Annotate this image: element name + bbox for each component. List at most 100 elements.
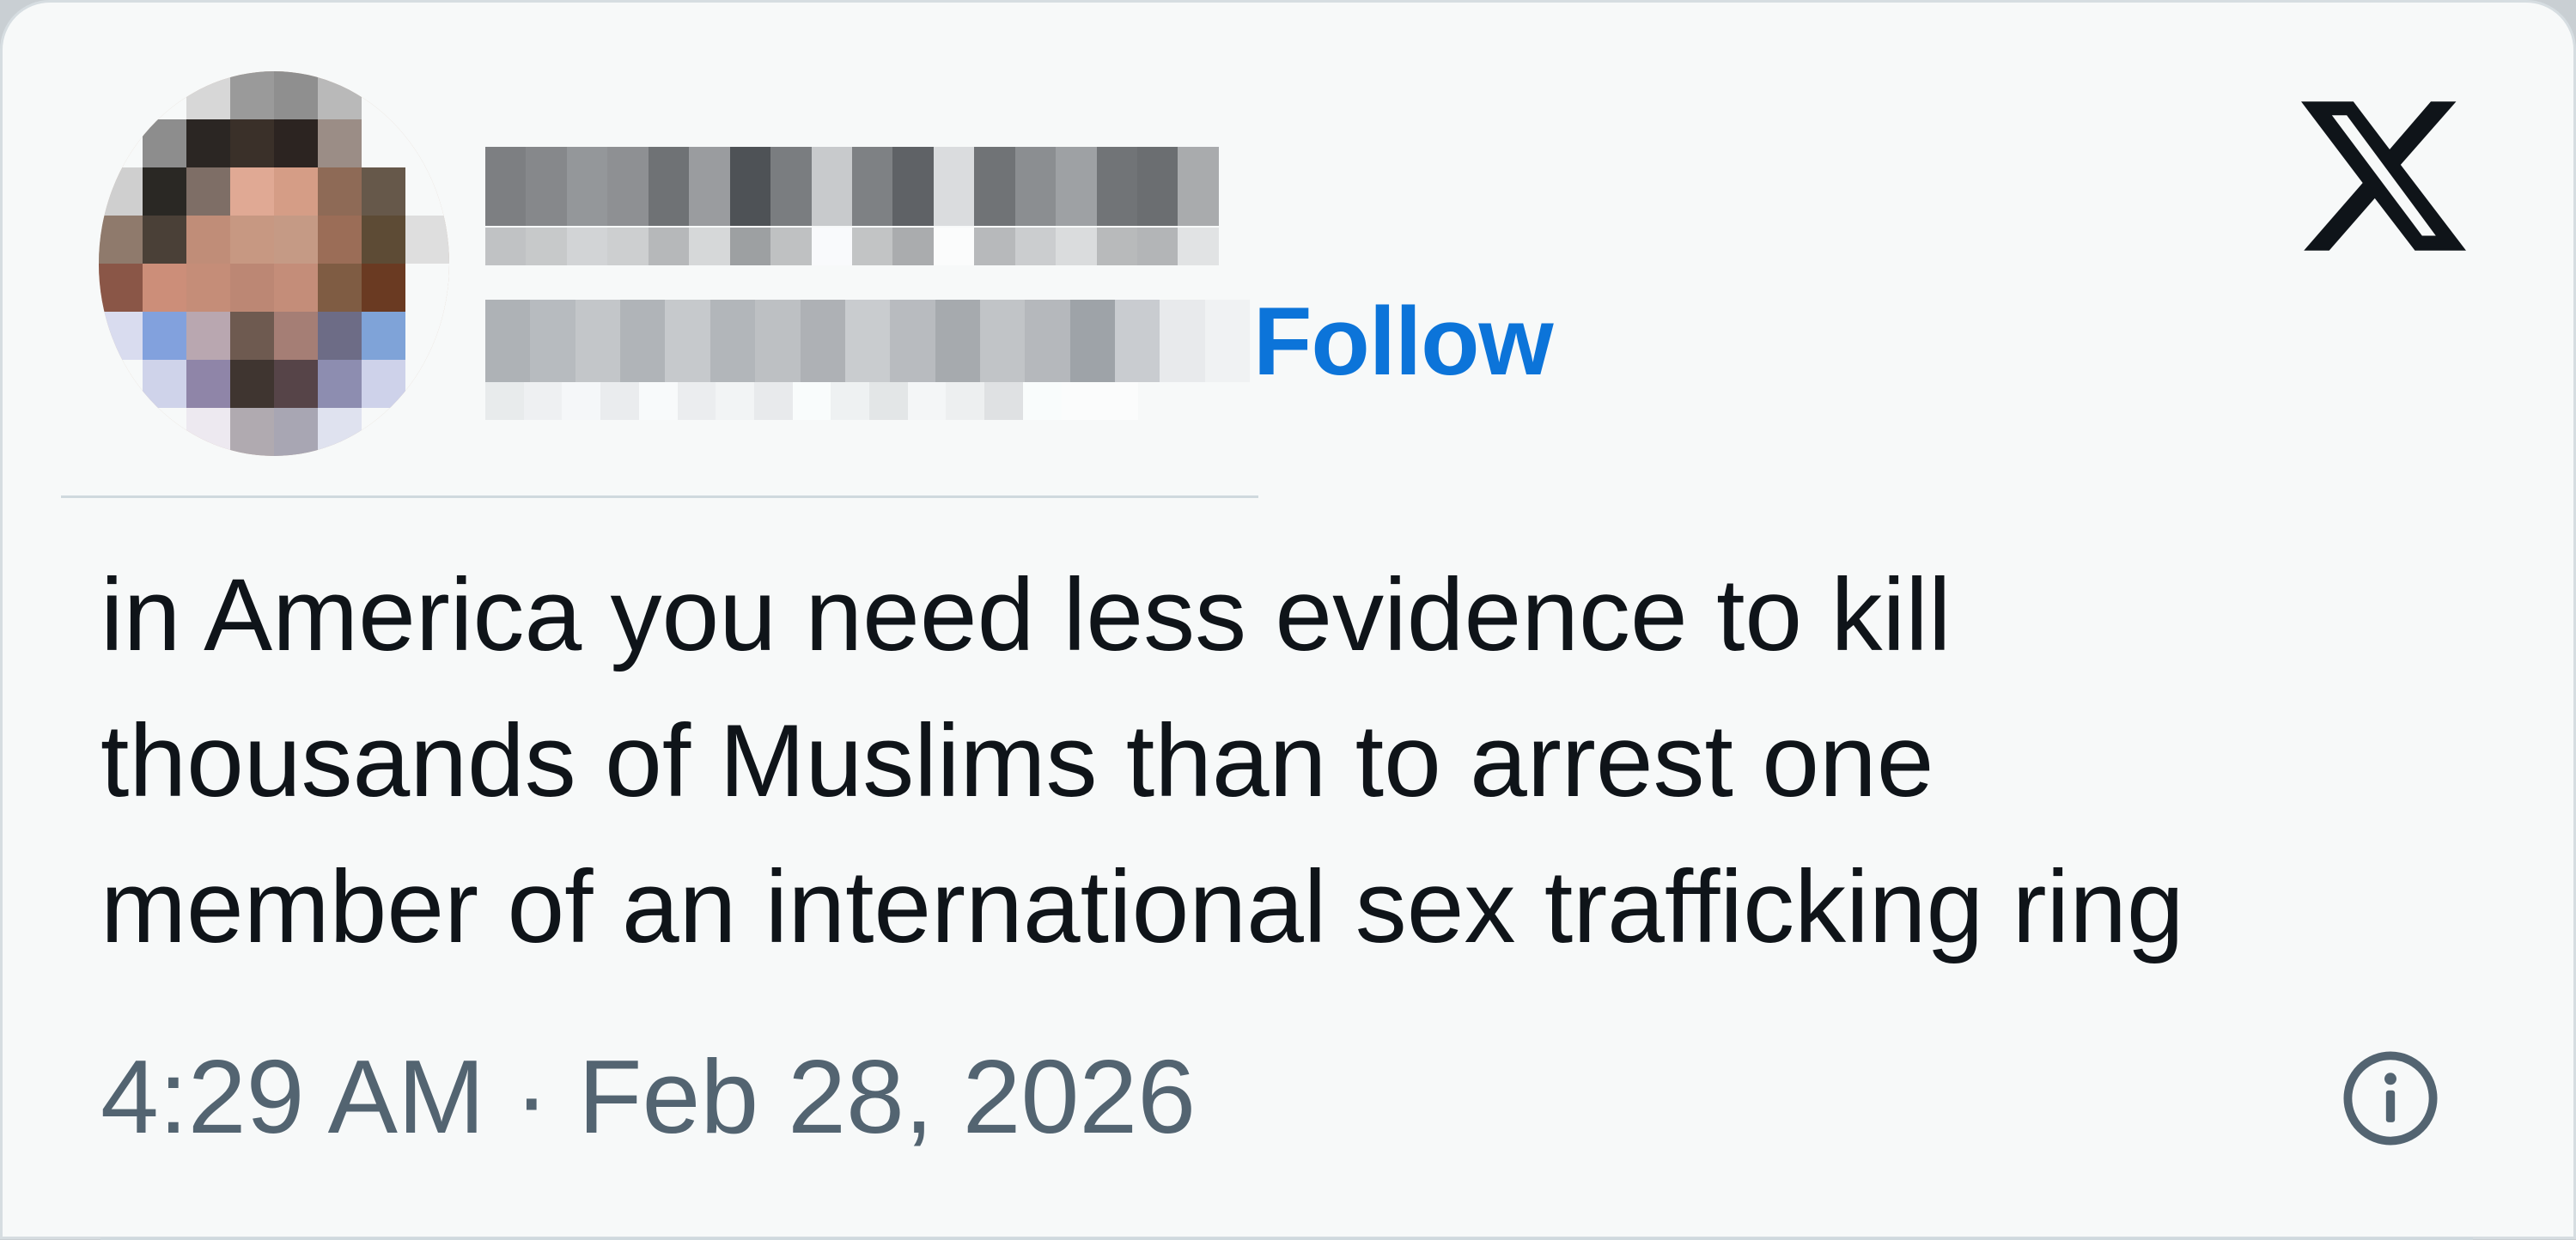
avatar-pixel	[362, 264, 405, 312]
avatar-pixel	[143, 71, 186, 119]
author-name-redacted[interactable]	[485, 147, 1219, 226]
avatar-pixel	[99, 360, 143, 408]
redaction-pixel	[1025, 300, 1070, 382]
redaction-pixel	[844, 300, 891, 382]
redaction-pixel	[526, 228, 567, 265]
redaction-pixel	[566, 228, 608, 265]
redaction-pixel	[485, 382, 524, 420]
redaction-pixel	[892, 147, 934, 226]
x-logo-icon[interactable]	[2301, 99, 2466, 253]
tweet-text-line: thousands of Muslims than to arrest one	[100, 703, 1934, 818]
follow-button[interactable]: Follow	[1253, 286, 1554, 397]
avatar-pixel	[186, 71, 230, 119]
redaction-pixel	[811, 228, 852, 265]
avatar-pixel	[274, 312, 318, 360]
redaction-pixel	[935, 300, 980, 382]
redaction-pixel	[892, 228, 934, 265]
avatar-pixel	[274, 360, 318, 408]
avatar-pixel	[99, 216, 143, 264]
redaction-pixel	[811, 147, 852, 226]
redaction-pixel	[729, 228, 771, 265]
redaction-pixel	[890, 300, 935, 382]
avatar-pixel	[230, 312, 274, 360]
redaction-pixel	[523, 382, 563, 420]
avatar-pixel	[143, 216, 186, 264]
redaction-pixel	[979, 300, 1026, 382]
avatar-pixel	[230, 119, 274, 167]
tweet-text-line: in America you need less evidence to kil…	[100, 557, 1952, 672]
redaction-pixel	[753, 382, 793, 420]
redaction-pixel	[831, 382, 870, 420]
tweet-text: in America you need less evidence to kil…	[100, 542, 2488, 980]
avatar-pixel	[230, 167, 274, 216]
avatar-pixel	[405, 71, 449, 119]
avatar-pixel	[274, 71, 318, 119]
redaction-pixel	[1069, 300, 1116, 382]
avatar-pixel	[143, 408, 186, 456]
avatar-pixel	[230, 408, 274, 456]
author-handle-redacted-shadow	[485, 382, 1138, 420]
avatar-pixel	[362, 167, 405, 216]
avatar-pixel	[274, 408, 318, 456]
redaction-pixel	[1137, 228, 1178, 265]
avatar-pixel	[405, 264, 449, 312]
author-handle-redacted[interactable]	[485, 300, 1251, 382]
avatar-pixel	[362, 360, 405, 408]
redaction-pixel	[716, 382, 754, 420]
avatar-pixel	[318, 408, 362, 456]
avatar-pixel	[186, 360, 230, 408]
redaction-pixel	[1178, 228, 1219, 265]
redaction-pixel	[530, 300, 575, 382]
avatar-pixel	[274, 264, 318, 312]
avatar-pixel	[318, 71, 362, 119]
redaction-pixel	[485, 228, 527, 265]
redaction-pixel	[907, 382, 947, 420]
redaction-pixel	[792, 382, 831, 420]
avatar-pixel	[362, 119, 405, 167]
tweet-timestamp[interactable]: 4:29 AM · Feb 28, 2026	[100, 1036, 1196, 1157]
redaction-pixel	[933, 147, 975, 226]
avatar-pixel	[274, 167, 318, 216]
avatar-pixel	[230, 216, 274, 264]
redaction-pixel	[1204, 300, 1251, 382]
avatar-pixel	[99, 264, 143, 312]
redaction-pixel	[648, 147, 690, 226]
header-divider	[61, 495, 1258, 498]
redaction-pixel	[562, 382, 601, 420]
redaction-pixel	[689, 228, 730, 265]
avatar-pixel	[143, 264, 186, 312]
redaction-pixel	[729, 147, 771, 226]
redaction-pixel	[974, 147, 1015, 226]
redaction-pixel	[1061, 382, 1100, 420]
avatar[interactable]	[99, 71, 449, 456]
avatar-pixel	[186, 167, 230, 216]
redaction-pixel	[1056, 228, 1097, 265]
redaction-pixel	[800, 300, 845, 382]
redaction-pixel	[770, 228, 812, 265]
redaction-pixel	[869, 382, 908, 420]
avatar-pixel	[143, 312, 186, 360]
redaction-pixel	[755, 300, 801, 382]
avatar-pixel	[99, 408, 143, 456]
tweet-card: Follow in America you need less evidence…	[0, 0, 2576, 1240]
redaction-pixel	[1137, 147, 1178, 226]
avatar-pixel	[405, 360, 449, 408]
info-icon[interactable]	[2337, 1045, 2444, 1152]
tweet-text-line: member of an international sex trafficki…	[100, 849, 2184, 964]
avatar-pixel	[230, 71, 274, 119]
avatar-pixel	[230, 360, 274, 408]
redaction-pixel	[770, 147, 812, 226]
redaction-pixel	[1056, 147, 1097, 226]
redaction-pixel	[638, 382, 678, 420]
avatar-pixel	[318, 360, 362, 408]
avatar-pixel	[405, 408, 449, 456]
avatar-pixel	[186, 312, 230, 360]
redaction-pixel	[1096, 147, 1137, 226]
avatar-pixel	[318, 216, 362, 264]
redaction-pixel	[677, 382, 716, 420]
redaction-pixel	[1178, 147, 1219, 226]
avatar-pixel	[362, 216, 405, 264]
avatar-pixel	[405, 216, 449, 264]
redaction-pixel	[607, 147, 649, 226]
avatar-pixel	[318, 167, 362, 216]
